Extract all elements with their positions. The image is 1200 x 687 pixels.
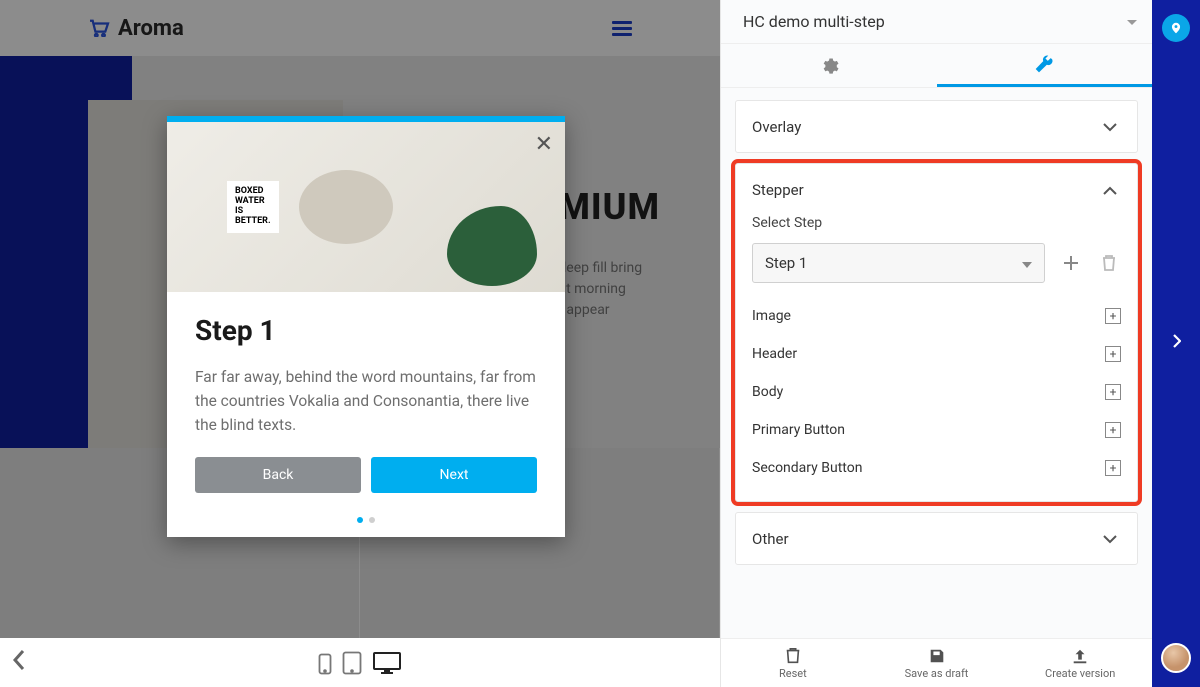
hero-title: MIUM — [558, 186, 660, 228]
hat-graphic — [299, 170, 393, 244]
overlay-section: Overlay — [735, 100, 1138, 153]
editor-title: HC demo multi-step — [743, 12, 1122, 31]
save-draft-button[interactable]: Save as draft — [865, 639, 1009, 687]
hamburger-menu-icon[interactable] — [612, 21, 632, 36]
boxed-water-label: BOXED WATER IS BETTER. — [227, 181, 279, 233]
close-icon[interactable]: ✕ — [535, 132, 553, 157]
caret-down-icon — [1022, 254, 1032, 272]
preview-bottom-bar — [0, 638, 720, 687]
leaf-graphic — [447, 206, 537, 286]
desktop-device-icon[interactable] — [372, 651, 402, 675]
chevron-down-icon — [1099, 525, 1121, 552]
expand-icon[interactable]: + — [1105, 346, 1121, 362]
editor-panel: HC demo multi-step Overlay — [720, 0, 1152, 687]
stepper-label: Stepper — [752, 181, 804, 199]
site-header: Aroma — [0, 0, 720, 56]
stepper-section: Stepper Select Step Step 1 — [735, 163, 1138, 502]
other-section-header[interactable]: Other — [736, 513, 1137, 564]
editor-tabs — [721, 44, 1152, 88]
upload-icon — [1071, 647, 1089, 665]
save-icon — [928, 647, 946, 665]
preview-panel: Aroma MIUM deep fill bring ut morning t … — [0, 0, 720, 687]
overlay-section-header[interactable]: Overlay — [736, 101, 1137, 152]
hero-text: MIUM deep fill bring ut morning t appear — [558, 186, 660, 321]
tablet-device-icon[interactable] — [342, 651, 362, 675]
stepper-modal: BOXED WATER IS BETTER. ✕ Step 1 Far far … — [167, 116, 565, 537]
gear-icon — [819, 56, 839, 76]
app-badge-icon[interactable] — [1162, 14, 1190, 42]
dot-2[interactable] — [369, 517, 375, 523]
settings-tab[interactable] — [721, 44, 937, 87]
stepper-section-header[interactable]: Stepper — [736, 164, 1137, 215]
editor-header: HC demo multi-step — [721, 0, 1152, 44]
delete-step-button[interactable] — [1097, 251, 1121, 275]
reset-button[interactable]: Reset — [721, 639, 865, 687]
ribbon-expand-icon[interactable] — [1172, 333, 1181, 352]
add-step-button[interactable] — [1059, 251, 1083, 275]
stepper-item-secondary-button[interactable]: Secondary Button+ — [752, 449, 1121, 487]
cart-icon — [88, 19, 110, 37]
stepper-item-body[interactable]: Body+ — [752, 373, 1121, 411]
chevron-down-icon — [1099, 113, 1121, 140]
other-section: Other — [735, 512, 1138, 565]
expand-icon[interactable]: + — [1105, 460, 1121, 476]
overlay-label: Overlay — [752, 118, 801, 136]
modal-title: Step 1 — [195, 314, 537, 347]
device-switcher — [318, 651, 402, 675]
modal-image: BOXED WATER IS BETTER. ✕ — [167, 122, 565, 292]
site-brand: Aroma — [88, 16, 184, 41]
editor-body: Overlay Stepper Select Step — [721, 88, 1152, 638]
back-button[interactable]: Back — [195, 457, 361, 493]
pagination-dots — [167, 511, 565, 537]
chevron-up-icon — [1099, 176, 1121, 203]
step-select[interactable]: Step 1 — [752, 243, 1045, 283]
wrench-icon — [1034, 54, 1054, 74]
expand-icon[interactable]: + — [1105, 384, 1121, 400]
expand-icon[interactable]: + — [1105, 422, 1121, 438]
build-tab[interactable] — [937, 44, 1153, 87]
user-avatar[interactable] — [1161, 643, 1191, 673]
stepper-item-primary-button[interactable]: Primary Button+ — [752, 411, 1121, 449]
hero-subtitle: deep fill bring ut morning t appear — [558, 258, 660, 321]
trash-icon — [784, 647, 802, 665]
modal-body-text: Far far away, behind the word mountains,… — [195, 365, 537, 437]
step-select-value: Step 1 — [765, 254, 807, 272]
next-button[interactable]: Next — [371, 457, 537, 493]
editor-title-dropdown-icon[interactable] — [1122, 7, 1142, 36]
editor-footer: Reset Save as draft Create version — [721, 638, 1152, 687]
brand-name: Aroma — [118, 16, 184, 41]
select-step-label: Select Step — [752, 215, 1121, 231]
back-arrow-icon[interactable] — [12, 649, 26, 677]
mobile-device-icon[interactable] — [318, 653, 332, 675]
expand-icon[interactable]: + — [1105, 308, 1121, 324]
create-version-button[interactable]: Create version — [1008, 639, 1152, 687]
other-label: Other — [752, 530, 789, 548]
stepper-item-image[interactable]: Image+ — [752, 297, 1121, 335]
dot-1[interactable] — [357, 517, 363, 523]
right-ribbon — [1152, 0, 1200, 687]
stepper-item-header[interactable]: Header+ — [752, 335, 1121, 373]
